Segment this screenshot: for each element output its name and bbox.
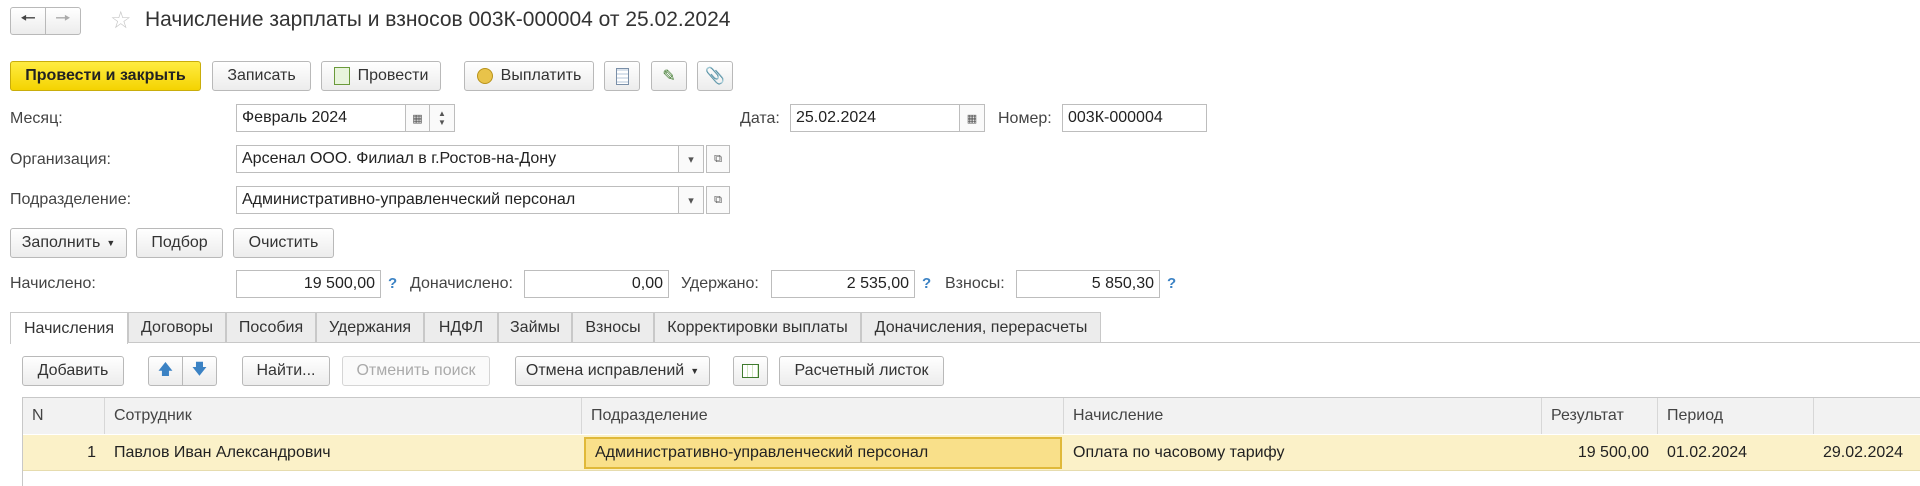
star-icon[interactable]: ☆ bbox=[110, 6, 132, 35]
date-label: Дата: bbox=[740, 110, 780, 127]
post-and-close-button[interactable]: Провести и закрыть bbox=[10, 61, 201, 91]
column-header-period-end[interactable] bbox=[1814, 398, 1920, 434]
month-label: Месяц: bbox=[10, 110, 63, 127]
tab-ndfl[interactable]: НДФЛ bbox=[424, 312, 498, 342]
month-calendar-button[interactable]: ▦ bbox=[406, 104, 430, 132]
row-department-cell[interactable]: Административно-управленческий персонал bbox=[584, 437, 1062, 469]
clear-button[interactable]: Очистить bbox=[233, 228, 334, 258]
calendar-icon: ▦ bbox=[966, 112, 978, 125]
cancel-corrections-button[interactable]: Отмена исправлений ▼ bbox=[515, 356, 710, 386]
department-label: Подразделение: bbox=[10, 191, 132, 208]
tabs-baseline bbox=[10, 342, 1920, 343]
table-settings-button[interactable] bbox=[733, 356, 768, 386]
open-link-icon: ⧉ bbox=[714, 152, 722, 165]
payslip-button[interactable]: Расчетный листок bbox=[779, 356, 944, 386]
tab-benefits[interactable]: Пособия bbox=[226, 312, 316, 342]
department-open-button[interactable]: ⧉ bbox=[706, 186, 730, 214]
chevron-down-icon: ▼ bbox=[106, 238, 116, 248]
organization-label: Организация: bbox=[10, 151, 111, 168]
fill-button[interactable]: Заполнить ▼ bbox=[10, 228, 127, 258]
organization-field[interactable]: Арсенал ООО. Филиал в г.Ростов-на-Дону bbox=[236, 145, 679, 173]
tab-accruals[interactable]: Начисления bbox=[10, 312, 128, 344]
coins-icon bbox=[476, 68, 493, 84]
department-field[interactable]: Административно-управленческий персонал bbox=[236, 186, 679, 214]
additional-field: 0,00 bbox=[524, 270, 669, 298]
date-field[interactable]: 25.02.2024 bbox=[790, 104, 960, 132]
number-label: Номер: bbox=[998, 110, 1052, 127]
attachments-button[interactable]: 📎 bbox=[697, 61, 733, 91]
chevron-down-icon: ▾ bbox=[688, 194, 694, 207]
move-up-button[interactable]: 🡅 bbox=[148, 356, 183, 386]
stepper-down-icon[interactable]: ▼ bbox=[438, 118, 446, 127]
date-calendar-button[interactable]: ▦ bbox=[960, 104, 985, 132]
row-result[interactable]: 19 500,00 bbox=[1542, 435, 1658, 471]
move-down-button[interactable]: 🡇 bbox=[182, 356, 217, 386]
tab-contributions[interactable]: Взносы bbox=[572, 312, 654, 342]
column-header-employee[interactable]: Сотрудник bbox=[105, 398, 582, 434]
tab-recalculations[interactable]: Доначисления, перерасчеты bbox=[861, 312, 1101, 342]
column-header-period[interactable]: Период bbox=[1658, 398, 1814, 434]
tab-payment-corrections[interactable]: Корректировки выплаты bbox=[654, 312, 861, 342]
tab-loans[interactable]: Займы bbox=[498, 312, 572, 342]
arrow-left-icon: 🠔 bbox=[20, 8, 36, 28]
open-link-icon: ⧉ bbox=[714, 193, 722, 206]
post-button[interactable]: Провести bbox=[321, 61, 441, 91]
department-dropdown-button[interactable]: ▾ bbox=[679, 186, 704, 214]
withheld-label: Удержано: bbox=[681, 275, 759, 292]
arrow-down-icon: 🡇 bbox=[191, 360, 208, 378]
month-stepper[interactable]: ▲ ▼ bbox=[430, 104, 455, 132]
cancel-search-button[interactable]: Отменить поиск bbox=[342, 356, 490, 386]
row-period-start[interactable]: 01.02.2024 bbox=[1658, 435, 1814, 471]
row-accrual[interactable]: Оплата по часовому тарифу bbox=[1064, 435, 1542, 471]
find-button[interactable]: Найти... bbox=[242, 356, 330, 386]
organization-dropdown-button[interactable]: ▾ bbox=[679, 145, 704, 173]
arrow-up-icon: 🡅 bbox=[157, 360, 174, 378]
calendar-icon: ▦ bbox=[412, 112, 423, 125]
accrued-field: 19 500,00 bbox=[236, 270, 381, 298]
contributions-help-icon[interactable]: ? bbox=[1167, 275, 1176, 292]
page-title: Начисление зарплаты и взносов 003К-00000… bbox=[145, 8, 731, 31]
save-button[interactable]: Записать bbox=[212, 61, 311, 91]
back-button[interactable]: 🠔 bbox=[10, 7, 46, 35]
list-button[interactable] bbox=[604, 61, 640, 91]
pencil-clock-icon: ✎ bbox=[662, 68, 676, 85]
number-field[interactable]: 003К-000004 bbox=[1062, 104, 1207, 132]
withheld-help-icon[interactable]: ? bbox=[922, 275, 931, 292]
column-header-accrual[interactable]: Начисление bbox=[1064, 398, 1542, 434]
cancel-corrections-label: Отмена исправлений bbox=[525, 362, 685, 379]
organization-open-button[interactable]: ⧉ bbox=[706, 145, 730, 173]
additional-label: Доначислено: bbox=[410, 275, 513, 292]
accrued-label: Начислено: bbox=[10, 275, 96, 292]
post-button-label: Провести bbox=[357, 67, 429, 84]
contributions-label: Взносы: bbox=[945, 275, 1005, 292]
fill-button-label: Заполнить bbox=[21, 234, 101, 251]
accrued-help-icon[interactable]: ? bbox=[388, 275, 397, 292]
contributions-field: 5 850,30 bbox=[1016, 270, 1160, 298]
row-period-end[interactable]: 29.02.2024 bbox=[1814, 435, 1920, 471]
row-number: 1 bbox=[87, 444, 96, 461]
column-header-result[interactable]: Результат bbox=[1542, 398, 1658, 434]
column-header-n[interactable]: N bbox=[23, 398, 105, 434]
add-button[interactable]: Добавить bbox=[22, 356, 124, 386]
table-add-icon bbox=[742, 364, 759, 378]
post-doc-icon bbox=[333, 67, 350, 85]
tab-contracts[interactable]: Договоры bbox=[128, 312, 226, 342]
row-employee[interactable]: Павлов Иван Александрович bbox=[105, 435, 582, 471]
month-field[interactable]: Февраль 2024 bbox=[236, 104, 406, 132]
paperclip-icon: 📎 bbox=[705, 68, 725, 85]
chevron-down-icon: ▾ bbox=[688, 153, 694, 166]
select-button[interactable]: Подбор bbox=[136, 228, 223, 258]
tab-deductions[interactable]: Удержания bbox=[316, 312, 424, 342]
pay-button[interactable]: Выплатить bbox=[464, 61, 594, 91]
column-header-department[interactable]: Подразделение bbox=[582, 398, 1064, 434]
edit-history-button[interactable]: ✎ bbox=[651, 61, 687, 91]
forward-button[interactable]: 🠖 bbox=[45, 7, 81, 35]
chevron-down-icon: ▼ bbox=[690, 366, 700, 376]
withheld-field: 2 535,00 bbox=[771, 270, 915, 298]
arrow-right-icon: 🠖 bbox=[55, 8, 71, 28]
pay-button-label: Выплатить bbox=[500, 67, 582, 84]
stepper-up-icon[interactable]: ▲ bbox=[438, 109, 446, 118]
list-icon bbox=[615, 67, 629, 85]
